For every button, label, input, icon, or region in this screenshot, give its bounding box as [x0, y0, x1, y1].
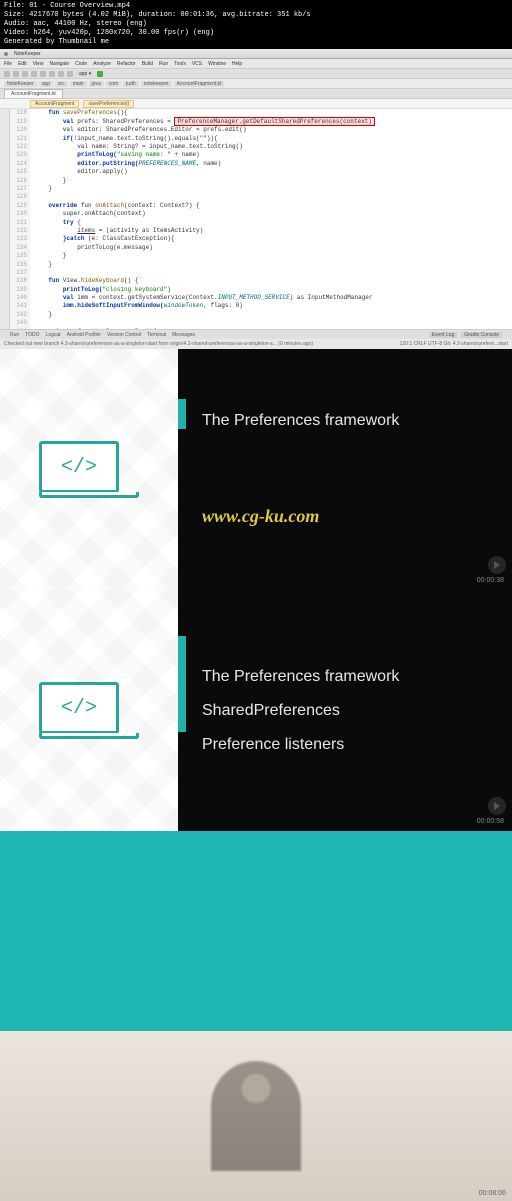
menu-window[interactable]: Window — [208, 61, 226, 67]
slide-content: The Preferences framework www.cg-ku.com … — [178, 349, 512, 590]
person-silhouette — [211, 1061, 301, 1171]
editor-tabs: AccountFragment.kt — [0, 89, 512, 99]
slide-content: The Preferences framework SharedPreferen… — [178, 590, 512, 831]
menu-vcs[interactable]: VCS — [192, 61, 202, 67]
path-crumb[interactable]: java — [89, 81, 104, 87]
slide-2: </> The Preferences framework SharedPref… — [0, 590, 512, 831]
menu-file[interactable]: File — [4, 61, 12, 67]
menu-navigate[interactable]: Navigate — [49, 61, 69, 67]
path-crumb[interactable]: notekeeper — [141, 81, 172, 87]
slide-left-panel: </> — [0, 349, 178, 590]
menu-tools[interactable]: Tools — [174, 61, 186, 67]
tool-gutter — [0, 109, 10, 329]
path-crumb[interactable]: judh — [123, 81, 138, 87]
play-icon[interactable] — [488, 797, 506, 815]
slide-line-1: The Preferences framework — [202, 668, 488, 686]
run-icon[interactable] — [97, 71, 103, 77]
play-icon[interactable] — [488, 556, 506, 574]
menu-analyze[interactable]: Analyze — [93, 61, 111, 67]
slide-timestamp: 00:00:58 — [477, 818, 504, 825]
toolbar-button[interactable] — [4, 71, 10, 77]
slide-left-panel: </> — [0, 590, 178, 831]
path-crumb[interactable]: AccountFragment.kt — [174, 81, 225, 87]
ide-path-bar: NoteKeeper app src main java com judh no… — [0, 79, 512, 89]
menu-edit[interactable]: Edit — [18, 61, 27, 67]
window-control-icon[interactable] — [4, 52, 8, 56]
meta-file: File: 01 - Course Overview.mp4 — [4, 2, 508, 11]
menu-view[interactable]: View — [33, 61, 44, 67]
watermark-text: www.cg-ku.com — [202, 506, 488, 527]
menu-code[interactable]: Code — [75, 61, 87, 67]
method-crumb[interactable]: savePreferences() — [83, 100, 134, 108]
laptop-code-icon: </> — [39, 441, 139, 498]
ide-statusbar: Checked out new branch 4.3-shared-prefer… — [0, 339, 512, 349]
toolbar-button[interactable] — [13, 71, 19, 77]
path-crumb[interactable]: src — [55, 81, 68, 87]
ide-window: NoteKeeper File Edit View Navigate Code … — [0, 49, 512, 349]
slide-1: </> The Preferences framework www.cg-ku.… — [0, 349, 512, 590]
slide-line-2: SharedPreferences — [202, 702, 488, 720]
path-crumb[interactable]: app — [39, 81, 53, 87]
path-crumb[interactable]: main — [70, 81, 87, 87]
meta-video: Video: h264, yuv420p, 1280x720, 30.00 fp… — [4, 29, 508, 38]
bottom-tab-vcs[interactable]: Version Control — [107, 332, 141, 338]
video-still: 00:08:06 — [0, 1031, 512, 1201]
ide-toolbar: app ▾ — [0, 69, 512, 79]
status-message: Checked out new branch 4.3-shared-prefer… — [4, 341, 313, 347]
menu-build[interactable]: Build — [142, 61, 153, 67]
toolbar-button[interactable] — [49, 71, 55, 77]
bottom-tab-logcat[interactable]: Logcat — [46, 332, 61, 338]
accent-bar — [178, 399, 186, 429]
ide-titlebar: NoteKeeper — [0, 49, 512, 59]
bottom-tab-messages[interactable]: Messages — [172, 332, 195, 338]
meta-audio: Audio: aac, 44100 Hz, stereo (eng) — [4, 20, 508, 29]
bottom-tab-terminal[interactable]: Terminal — [147, 332, 166, 338]
code-editor[interactable]: 1181191201211221231241251261271281291301… — [0, 109, 512, 329]
path-crumb[interactable]: NoteKeeper — [4, 81, 37, 87]
toolbar-button[interactable] — [22, 71, 28, 77]
toolbar-run-config[interactable]: app ▾ — [76, 71, 94, 77]
video-metadata-header: File: 01 - Course Overview.mp4 Size: 421… — [0, 0, 512, 49]
bottom-tab-run[interactable]: Run — [10, 332, 19, 338]
line-number-gutter: 1181191201211221231241251261271281291301… — [10, 109, 30, 329]
slide-line-3: Preference listeners — [202, 736, 488, 754]
laptop-code-icon: </> — [39, 682, 139, 739]
menu-run[interactable]: Run — [159, 61, 168, 67]
meta-generator: Generated by Thumbnail me — [4, 38, 508, 47]
bottom-tab-eventlog[interactable]: Event Log — [429, 332, 458, 338]
bottom-tab-profiler[interactable]: Android Profiler — [67, 332, 101, 338]
toolbar-button[interactable] — [40, 71, 46, 77]
bottom-tab-todo[interactable]: TODO — [25, 332, 39, 338]
accent-bar — [178, 636, 186, 732]
class-crumb[interactable]: AccountFragment — [30, 100, 79, 108]
ide-menubar: File Edit View Navigate Code Analyze Ref… — [0, 59, 512, 69]
slide-timestamp: 00:00:38 — [477, 577, 504, 584]
ide-title: NoteKeeper — [14, 51, 41, 57]
meta-size: Size: 4217670 bytes (4.02 MiB), duration… — [4, 11, 508, 20]
menu-refactor[interactable]: Refactor — [117, 61, 136, 67]
code-body[interactable]: fun savePreferences(){ val prefs: Shared… — [30, 109, 512, 329]
status-right: 120:1 CRLF UTF-8 Git: 4.3-shared-prefere… — [400, 341, 508, 347]
menu-help[interactable]: Help — [232, 61, 242, 67]
bottom-tab-gradle[interactable]: Gradle Console — [461, 332, 502, 338]
code-breadcrumb: AccountFragment savePreferences() — [0, 99, 512, 109]
path-crumb[interactable]: com — [106, 81, 121, 87]
toolbar-button[interactable] — [31, 71, 37, 77]
file-tab[interactable]: AccountFragment.kt — [4, 89, 63, 98]
slide-title: The Preferences framework — [202, 412, 488, 430]
toolbar-button[interactable] — [67, 71, 73, 77]
bottom-tool-tabs: Run TODO Logcat Android Profiler Version… — [0, 329, 512, 339]
toolbar-button[interactable] — [58, 71, 64, 77]
teal-divider — [0, 831, 512, 1031]
